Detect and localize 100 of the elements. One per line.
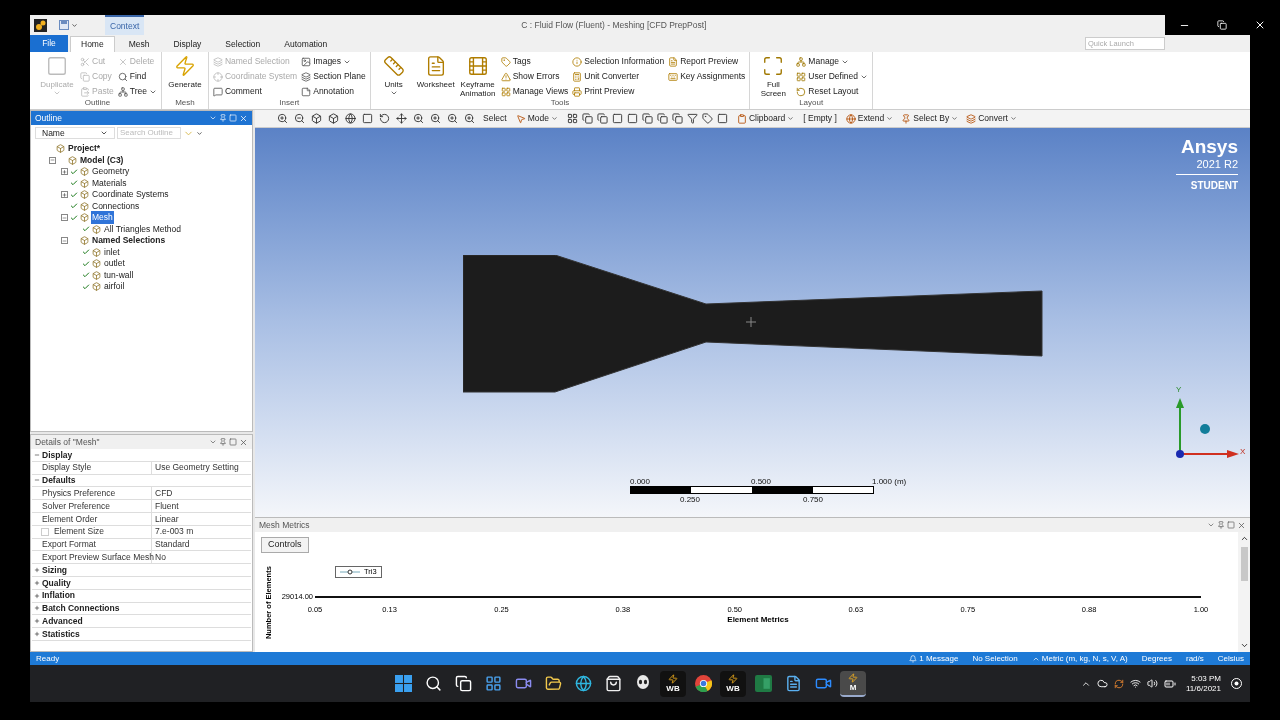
zoom-icon[interactable] [413,113,424,124]
tree-item[interactable]: Geometry [91,165,131,179]
ribbon-tab[interactable]: Home [70,36,115,52]
collapse-icon[interactable] [49,156,56,164]
taskbar-app-button[interactable]: M [840,670,866,697]
caret-icon[interactable] [196,129,203,137]
taskbar-app-button[interactable]: WB [660,670,686,697]
dropdown-icon[interactable] [209,438,217,446]
cube-icon[interactable] [311,113,322,124]
cube-icon[interactable] [328,113,339,124]
clock[interactable]: 5:03 PM 11/6/2021 [1186,673,1221,694]
expand-icon[interactable] [32,592,41,599]
ribbon-button[interactable]: Manage Views [500,85,569,98]
zoom-icon[interactable] [430,113,441,124]
section-header[interactable]: Defaults [41,474,76,487]
scroll-down-icon[interactable] [1239,641,1249,650]
ribbon-tab[interactable]: Display [163,36,212,52]
tree-item[interactable]: All Triangles Method [103,222,182,236]
ribbon-button[interactable]: Full Screen [754,55,793,98]
notification-icon[interactable] [1231,678,1242,689]
filter-icon[interactable] [686,113,698,124]
box-select-icon[interactable] [362,113,373,124]
zoom-icon[interactable] [447,113,458,124]
property-value[interactable]: Use Geometry Setting [152,461,239,475]
tree-item[interactable]: inlet [103,245,121,259]
zoom-in-icon[interactable] [277,113,288,124]
toolbar-menu[interactable]: Select By [901,112,959,125]
expand-icon[interactable] [32,579,41,586]
grid-icon[interactable] [566,113,578,124]
ribbon-tab[interactable]: Automation [274,36,338,52]
save-icon[interactable] [59,20,69,30]
ribbon-button[interactable]: Section Plane [301,70,366,83]
layer-icon[interactable] [641,113,653,124]
ribbon-button[interactable]: Tags [500,55,569,68]
message-indicator[interactable]: 1 Message [909,652,959,665]
property-value[interactable]: Standard [152,538,190,551]
layer-icon[interactable] [671,113,683,124]
section-header[interactable]: Advanced [41,614,83,628]
cloud-icon[interactable] [1097,678,1108,689]
tree-item[interactable]: Named Selections [91,234,167,248]
dropdown-icon[interactable] [209,114,217,122]
ribbon-button[interactable]: Worksheet [416,55,455,98]
zoom-out-icon[interactable] [294,113,305,124]
file-tab[interactable]: File [30,35,68,52]
section-header[interactable]: Statistics [41,627,80,641]
square-icon[interactable] [626,113,638,124]
taskbar-app-button[interactable]: WB [720,670,746,697]
ribbon-button[interactable]: User Defined [796,70,868,83]
expand-icon[interactable] [32,567,41,574]
rotate-icon[interactable] [379,113,390,124]
ribbon-button[interactable]: Annotation [301,85,366,98]
tree-item[interactable]: Coordinate Systems [91,188,170,202]
tree-item[interactable]: Mesh [91,211,114,225]
pan-icon[interactable] [396,113,407,124]
section-header[interactable]: Quality [41,576,71,590]
volume-icon[interactable] [1147,678,1158,689]
tag-icon[interactable] [701,113,713,124]
expand-icon[interactable] [32,631,41,638]
pin-icon[interactable] [219,114,227,122]
checkbox[interactable] [41,527,49,536]
property-value[interactable]: CFD [152,486,173,500]
ribbon-button[interactable]: Tree [117,85,157,98]
tree-item[interactable]: Project* [67,142,102,156]
square-icon[interactable] [716,113,728,124]
ribbon-button[interactable]: Find [117,70,157,83]
tree-item[interactable]: Model (C3) [79,153,125,167]
ribbon-button[interactable]: Unit Converter [572,70,665,83]
ribbon-tab[interactable]: Mesh [118,36,160,52]
expand-icon[interactable] [61,168,68,176]
pin-icon[interactable] [219,438,227,446]
controls-button[interactable]: Controls [261,537,309,553]
ribbon-button[interactable]: Reset Layout [796,85,868,98]
tree-item[interactable]: Connections [91,199,141,213]
toolbar-menu[interactable]: Convert [966,112,1017,125]
ribbon-button[interactable]: Manage [796,55,868,68]
property-value[interactable]: Fluent [152,499,179,513]
pin-icon[interactable] [1217,521,1225,529]
square-icon[interactable] [611,113,623,124]
section-header[interactable]: Display [41,448,73,462]
scrollbar[interactable] [1238,532,1250,652]
ribbon-button[interactable]: Key Assignments [668,70,746,83]
search-field[interactable]: Search Outline [117,127,181,139]
layer-icon[interactable] [656,113,668,124]
tree-item[interactable]: outlet [103,257,126,271]
section-header[interactable]: Sizing [41,563,68,577]
section-header[interactable]: Inflation [41,589,76,603]
filter-dropdown[interactable]: Name [35,127,115,139]
tree-item[interactable]: airfoil [103,280,126,294]
zoom-icon[interactable] [464,113,475,124]
ribbon-button[interactable]: Images [301,55,366,68]
tree-item[interactable]: Materials [91,176,128,190]
property-value[interactable]: Linear [152,512,179,526]
toolbar-menu[interactable]: Extend [845,112,894,125]
ribbon-button[interactable]: Print Preview [572,85,665,98]
ribbon-tab[interactable]: Selection [215,36,271,52]
dropdown-icon[interactable] [1207,521,1215,529]
caret-icon[interactable] [71,21,78,29]
expand-icon[interactable] [32,618,41,625]
collapse-icon[interactable] [61,237,68,245]
toolbar-button[interactable]: Select [483,112,507,125]
